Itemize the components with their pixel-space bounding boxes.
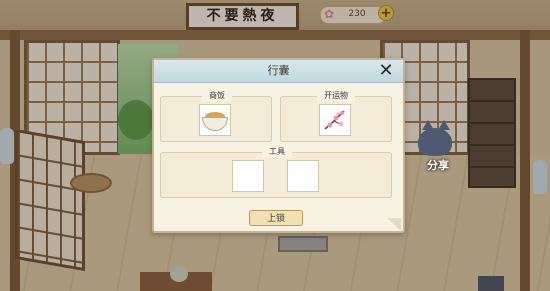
lock-button[interactable]: 上锁 [249, 210, 303, 226]
rice-bowl-icon [202, 111, 228, 131]
game-scene: 不要熱夜 ✿ 230 + 分享 行囊 ✕ 商饭 开运物 工具 上锁 [0, 0, 550, 291]
close-button[interactable]: ✕ [376, 62, 396, 80]
bag-dialog: 行囊 ✕ 商饭 开运物 工具 上锁 [152, 58, 405, 233]
tool-slot-1[interactable] [232, 160, 264, 192]
dialog-header: 行囊 ✕ [154, 60, 403, 83]
tools-slot-box [160, 152, 392, 198]
food-item-card[interactable] [199, 104, 231, 136]
page-fold-corner [387, 218, 401, 231]
tools-slot-label: 工具 [262, 146, 292, 158]
tool-slot-2[interactable] [287, 160, 319, 192]
share-button[interactable]: 分享 [418, 157, 458, 173]
plum-blossom-branch-icon [324, 110, 345, 130]
gift-slot-label: 开运物 [317, 90, 355, 102]
cat-share-icon[interactable] [418, 128, 452, 156]
food-slot-label: 商饭 [202, 90, 232, 102]
dialog-title: 行囊 [267, 64, 290, 77]
gift-item-card[interactable] [319, 104, 351, 136]
